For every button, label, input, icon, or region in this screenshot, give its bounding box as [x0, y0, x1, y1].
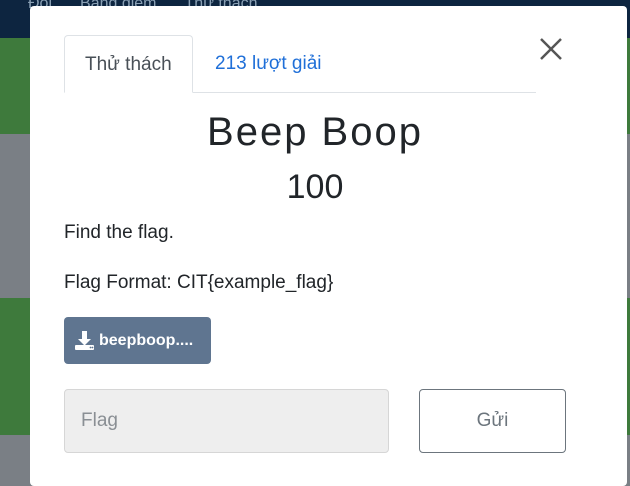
challenge-name: Beep Boop	[207, 110, 423, 154]
tab-solves[interactable]: 213 lượt giải	[195, 35, 342, 92]
download-icon	[74, 330, 95, 351]
file-name: beepboop....	[99, 331, 194, 349]
modal-tabs: Thử thách 213 lượt giải	[64, 35, 536, 93]
tab-challenge[interactable]: Thử thách	[64, 35, 193, 93]
challenge-description-line: Find the flag.	[64, 222, 174, 243]
challenge-description-line: Flag Format: CIT{example_flag}	[64, 272, 334, 293]
challenge-modal: Thử thách 213 lượt giải Beep Boop 100 Fi…	[30, 6, 627, 486]
challenge-value: 100	[286, 168, 344, 206]
flag-input[interactable]	[64, 389, 389, 453]
close-icon[interactable]	[538, 36, 564, 62]
download-file-button[interactable]: beepboop....	[64, 317, 211, 364]
submit-button[interactable]: Gửi	[419, 389, 566, 453]
